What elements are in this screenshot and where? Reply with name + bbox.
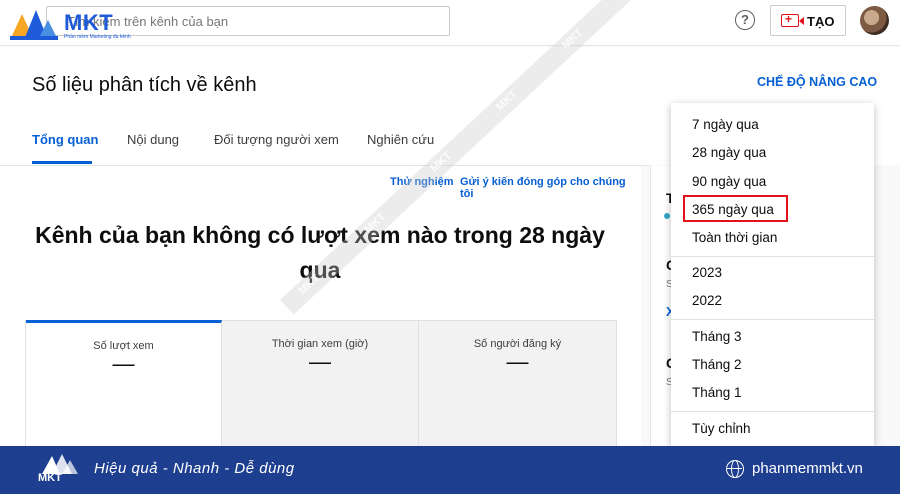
help-icon[interactable]: ? <box>735 10 755 30</box>
tab-audience[interactable]: Đối tượng người xem <box>214 132 339 147</box>
divider <box>671 411 874 412</box>
metric-watch-time[interactable]: Thời gian xem (giờ) — <box>222 321 419 457</box>
metric-views[interactable]: Số lượt xem — <box>26 320 222 456</box>
tab-research[interactable]: Nghiên cứu <box>367 132 434 147</box>
create-button[interactable]: TẠO <box>770 5 846 36</box>
option-month-1[interactable]: Tháng 1 <box>692 385 742 400</box>
metric-value: — <box>506 349 529 374</box>
option-28-days[interactable]: 28 ngày qua <box>692 145 766 160</box>
logo-text: MKT <box>64 10 114 35</box>
option-year-2022[interactable]: 2022 <box>692 293 722 308</box>
video-camera-icon <box>781 12 804 27</box>
mkt-logo: MKT Phần mềm Marketing đa kênh <box>8 6 131 46</box>
option-7-days[interactable]: 7 ngày qua <box>692 117 759 132</box>
metric-value: — <box>112 351 135 376</box>
divider <box>671 256 874 257</box>
active-tab-indicator <box>32 161 92 164</box>
overview-card: Thử nghiệm Gửi ý kiến đóng góp cho chúng… <box>0 166 641 457</box>
page-title: Số liệu phân tích về kênh <box>32 74 257 96</box>
footer-website[interactable]: phanmemmkt.vn <box>752 460 863 477</box>
metric-value: — <box>309 349 331 374</box>
logo-tagline: Phần mềm Marketing đa kênh <box>64 34 131 40</box>
live-dot-icon <box>664 213 670 219</box>
advanced-mode-link[interactable]: CHẾ ĐỘ NÂNG CAO <box>757 75 877 89</box>
create-label: TẠO <box>807 14 835 29</box>
promo-banner: MKT Hiệu quả - Nhanh - Dễ dùng phanmemmk… <box>0 446 900 494</box>
metric-tabs: Số lượt xem — Thời gian xem (giờ) — Số n… <box>25 320 617 457</box>
avatar[interactable] <box>860 6 889 35</box>
option-year-2023[interactable]: 2023 <box>692 265 722 280</box>
divider <box>671 319 874 320</box>
date-range-dropdown: 7 ngày qua 28 ngày qua 90 ngày qua 365 n… <box>671 103 874 446</box>
highlight-annotation <box>683 195 788 222</box>
footer-slogan: Hiệu quả - Nhanh - Dễ dùng <box>94 460 295 477</box>
tab-overview[interactable]: Tổng quan <box>32 132 98 147</box>
option-lifetime[interactable]: Toàn thời gian <box>692 230 777 245</box>
option-custom[interactable]: Tùy chỉnh <box>692 421 751 436</box>
option-month-3[interactable]: Tháng 3 <box>692 329 742 344</box>
top-bar: Tìm kiếm trên kênh của bạn MKT Phần mềm … <box>0 0 900 46</box>
tab-content[interactable]: Nội dung <box>127 132 179 147</box>
globe-icon <box>726 460 744 478</box>
footer-brand: MKT <box>38 472 62 484</box>
option-month-2[interactable]: Tháng 2 <box>692 357 742 372</box>
metric-subscribers[interactable]: Số người đăng ký — <box>419 321 616 457</box>
mkt-logo-icon <box>10 10 58 40</box>
feedback-link[interactable]: Gửi ý kiến đóng góp cho chúng tôi <box>460 176 641 200</box>
option-90-days[interactable]: 90 ngày qua <box>692 174 766 189</box>
